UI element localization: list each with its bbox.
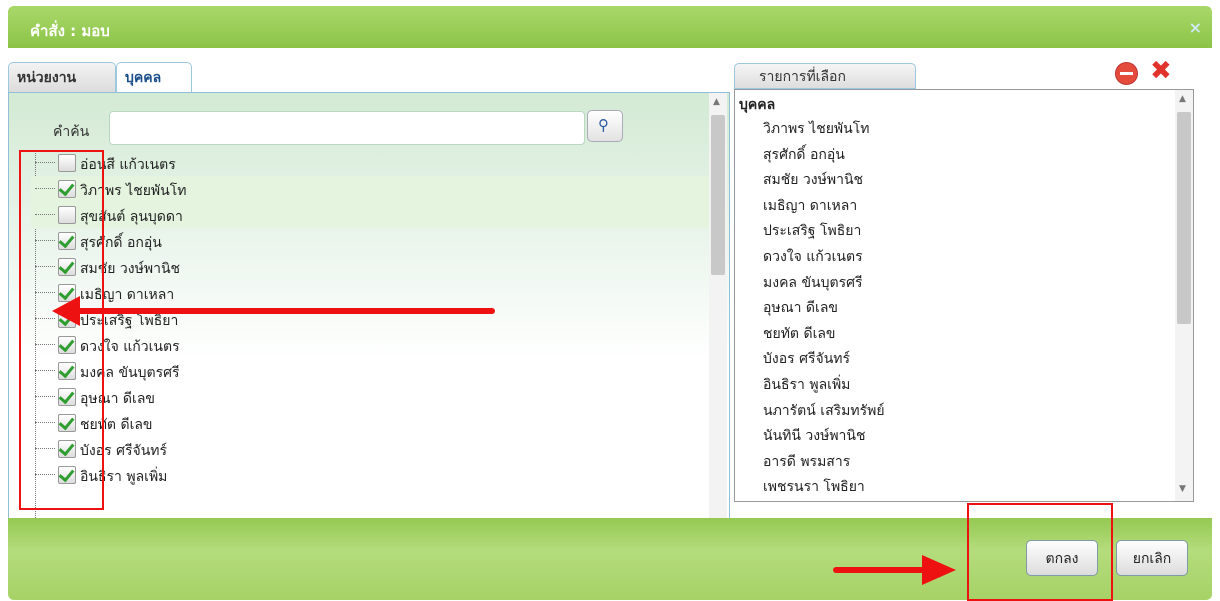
annotation-arrow-footer-head [922,555,956,585]
scroll-up-icon[interactable]: ▲ [1179,94,1186,104]
selected-item[interactable]: สุรศักดิ์ อกอุ่น [763,144,845,166]
ok-highlight-box [967,503,1113,601]
tree-item[interactable]: ดวงใจ แก้วเนตร [31,332,711,358]
person-tree-panel: คำค้น ⚲ อ่อนสี แก้วเนตร วิภาพร ไชยพันโท สุ… [8,92,730,538]
annotation-arrow-head [52,296,80,326]
tree-item[interactable]: สมชัย วงษ์พานิช [31,254,711,280]
annotation-arrow [70,308,495,314]
close-icon[interactable]: × [1189,18,1202,37]
clear-all-icon[interactable]: ✖ [1150,56,1172,86]
tree-item[interactable]: สุรศักดิ์ อกอุ่น [31,228,711,254]
tab-unit[interactable]: หน่วยงาน [8,62,116,92]
tree-item[interactable]: อุษณา ดีเลข [31,384,711,410]
tree-item[interactable]: เมธิญา ดาเหลา [31,280,711,306]
selected-item[interactable]: เมธิญา ดาเหลา [763,195,857,217]
selected-item[interactable]: มงคล ขันบุตรศรี [763,272,863,294]
tab-person[interactable]: บุคคล [116,62,192,93]
selected-list-tab: รายการที่เลือก [734,63,916,89]
cancel-button[interactable]: ยกเลิก [1116,540,1188,576]
selected-item[interactable]: สมชัย วงษ์พานิช [763,169,863,191]
selected-item[interactable]: อุษณา ดีเลข [763,297,838,319]
checkbox-highlight-box [19,150,104,510]
search-icon: ⚲ [598,116,609,134]
tree-item[interactable]: สุขสันต์ ลุนบุดดา [31,202,711,228]
tree-item[interactable]: อ่อนสี แก้วเนตร [31,150,711,176]
tree-scrollbar[interactable]: ▲ ▼ [709,93,727,537]
selected-item[interactable]: ดวงใจ แก้วเนตร [763,246,863,268]
dialog-title: คำสั่ง : มอบ [30,22,110,40]
search-label: คำค้น [53,124,90,140]
selected-item[interactable]: เพชรนรา โพธิยา [763,476,865,498]
selected-item[interactable]: นันทินี วงษ์พานิช [763,425,865,447]
selected-item[interactable]: วิภาพร ไชยพันโท [763,118,869,140]
dialog: คำสั่ง : มอบ × หน่วยงาน บุคคล คำค้น ⚲ อ่… [0,0,1220,601]
scroll-up-icon[interactable]: ▲ [713,97,720,107]
tree-item[interactable]: อินธิรา พูลเพิ่ม [31,462,711,488]
search-input[interactable] [109,111,585,145]
selected-item[interactable]: บังอร ศรีจันทร์ [763,348,850,370]
dialog-titlebar[interactable]: คำสั่ง : มอบ × [8,6,1212,48]
selected-item[interactable]: นภารัตน์ เสริมทรัพย์ [763,400,885,422]
tree-item[interactable]: ชยทัต ดีเลข [31,410,711,436]
selected-item[interactable]: อินธิรา พูลเพิ่ม [763,374,850,396]
selected-item[interactable]: ชยทัต ดีเลข [763,323,836,345]
selected-scrollbar[interactable]: ▲ ▼ [1175,90,1193,501]
scroll-down-icon[interactable]: ▼ [1179,484,1186,494]
scroll-thumb[interactable] [1177,112,1191,324]
remove-icon[interactable] [1115,62,1138,85]
selected-item[interactable]: ประเสริฐ โพธิยา [763,220,861,242]
tree-item[interactable]: บังอร ศรีจันทร์ [31,436,711,462]
search-button[interactable]: ⚲ [587,110,623,142]
selected-item[interactable]: อารดี พรมสาร [763,451,850,473]
tree-item[interactable]: มงคล ขันบุตรศรี [31,358,711,384]
selected-group-header: บุคคล [739,97,776,113]
scroll-thumb[interactable] [711,115,725,275]
selected-list-panel: บุคคล วิภาพร ไชยพันโทสุรศักดิ์ อกอุ่นสมช… [734,89,1194,502]
tree-item[interactable]: วิภาพร ไชยพันโท [31,176,711,202]
